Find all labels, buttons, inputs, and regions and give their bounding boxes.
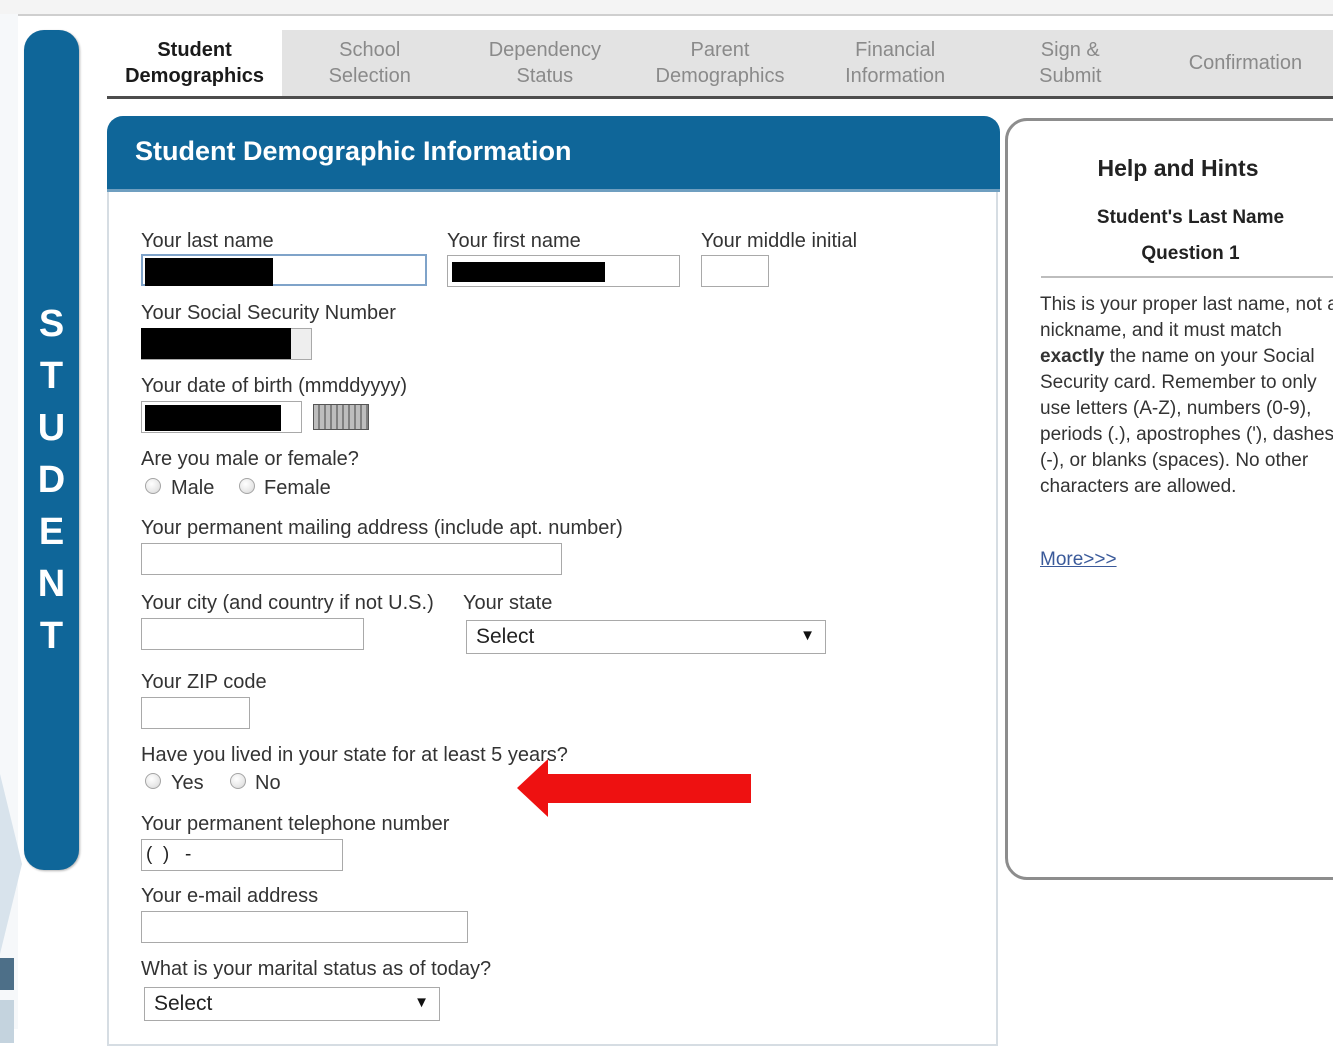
keypad-icon[interactable]	[313, 404, 369, 430]
state-label: Your state	[463, 592, 553, 614]
city-input[interactable]	[141, 618, 364, 650]
panel-header: Student Demographic Information	[107, 116, 1000, 192]
tab-label: Sign & Submit	[1039, 39, 1102, 87]
tab-label: Dependency Status	[488, 39, 601, 87]
redaction-bar	[141, 328, 291, 359]
email-input[interactable]	[141, 911, 468, 943]
marital-status-select-value: Select	[154, 992, 213, 1015]
tab-parent-demographics[interactable]: Parent Demographics	[632, 30, 807, 96]
state-select[interactable]: Select ▼	[466, 620, 826, 654]
help-title: Help and Hints	[1097, 155, 1259, 181]
phone-input[interactable]: ( ) -	[141, 839, 343, 871]
tab-financial-information[interactable]: Financial Information	[808, 30, 983, 96]
redaction-bar	[145, 258, 273, 286]
page-title: Student Demographic Information	[135, 136, 572, 166]
banner-letter: D	[37, 459, 66, 501]
residency-question-label: Have you lived in your state for at leas…	[141, 744, 568, 766]
tab-label: Financial Information	[845, 39, 946, 87]
red-arrow-head	[517, 759, 548, 817]
address-input[interactable]	[141, 543, 562, 575]
middle-initial-input[interactable]	[701, 255, 769, 287]
student-section-banner: S T U D E N T	[24, 30, 79, 870]
email-label: Your e-mail address	[141, 885, 319, 907]
help-body-start: This is your proper last name, not a nic…	[1040, 294, 1333, 341]
zip-input[interactable]	[141, 697, 250, 729]
marital-status-label: What is your marital status as of today?	[141, 958, 492, 980]
phone-label: Your permanent telephone number	[141, 813, 450, 835]
dob-label: Your date of birth (mmddyyyy)	[141, 375, 408, 397]
gender-female-label: Female	[264, 477, 331, 499]
residency-yes-label: Yes	[171, 772, 204, 794]
progress-tab-bar: Student Demographics School Selection De…	[107, 30, 1333, 99]
gender-question-label: Are you male or female?	[141, 448, 359, 470]
chevron-down-icon: ▼	[800, 627, 815, 644]
gender-male-radio[interactable]	[145, 478, 161, 494]
tab-label: School Selection	[328, 39, 411, 87]
more-link[interactable]: More>>>	[1040, 549, 1117, 571]
background-block	[0, 958, 14, 990]
marital-status-select[interactable]: Select ▼	[144, 987, 440, 1021]
banner-letter: N	[37, 563, 66, 605]
tab-confirmation[interactable]: Confirmation	[1158, 30, 1333, 96]
help-body-end: the name on your Social Security card. R…	[1040, 346, 1333, 497]
zip-label: Your ZIP code	[141, 671, 267, 693]
background-shape	[0, 774, 22, 954]
middle-initial-label: Your middle initial	[701, 230, 858, 252]
redaction-bar	[452, 262, 605, 282]
residency-no-radio[interactable]	[230, 773, 246, 789]
address-label: Your permanent mailing address (include …	[141, 517, 623, 539]
tab-student-demographics[interactable]: Student Demographics	[107, 30, 283, 96]
background-block	[0, 1000, 14, 1043]
browser-top-strip	[0, 0, 1333, 16]
red-arrow-annotation	[546, 774, 751, 803]
banner-letter: T	[39, 355, 64, 397]
banner-letter: U	[37, 407, 66, 449]
banner-letters: S T U D E N T	[24, 298, 79, 662]
last-name-label: Your last name	[141, 230, 274, 252]
redaction-bar	[145, 405, 281, 431]
tab-label: Parent Demographics	[655, 39, 785, 87]
residency-no-label: No	[255, 772, 281, 794]
tab-school-selection[interactable]: School Selection	[282, 30, 457, 96]
help-subtitle: Student's Last Name	[1096, 207, 1285, 228]
tab-label: Student Demographics	[125, 39, 265, 87]
first-name-label: Your first name	[447, 230, 581, 252]
help-body-text: This is your proper last name, not a nic…	[1040, 292, 1333, 500]
tab-dependency-status[interactable]: Dependency Status	[457, 30, 632, 96]
tab-sign-submit[interactable]: Sign & Submit	[983, 30, 1158, 96]
help-body-emphasis: exactly	[1040, 346, 1105, 367]
help-and-hints-panel: Help and Hints Student's Last Name Quest…	[1005, 118, 1333, 880]
banner-letter: T	[39, 615, 64, 657]
help-divider	[1041, 276, 1333, 278]
banner-letter: E	[38, 511, 65, 553]
chevron-down-icon: ▼	[414, 994, 429, 1011]
residency-yes-radio[interactable]	[145, 773, 161, 789]
page-background-left	[0, 14, 22, 1043]
gender-female-radio[interactable]	[239, 478, 255, 494]
city-label: Your city (and country if not U.S.)	[141, 592, 434, 614]
gender-male-label: Male	[171, 477, 215, 499]
state-select-value: Select	[476, 625, 535, 648]
banner-letter: S	[38, 303, 65, 345]
tab-label: Confirmation	[1188, 52, 1303, 74]
help-question-number: Question 1	[1141, 243, 1240, 264]
ssn-label: Your Social Security Number	[141, 302, 396, 324]
phone-input-mask: ( ) -	[146, 844, 192, 865]
